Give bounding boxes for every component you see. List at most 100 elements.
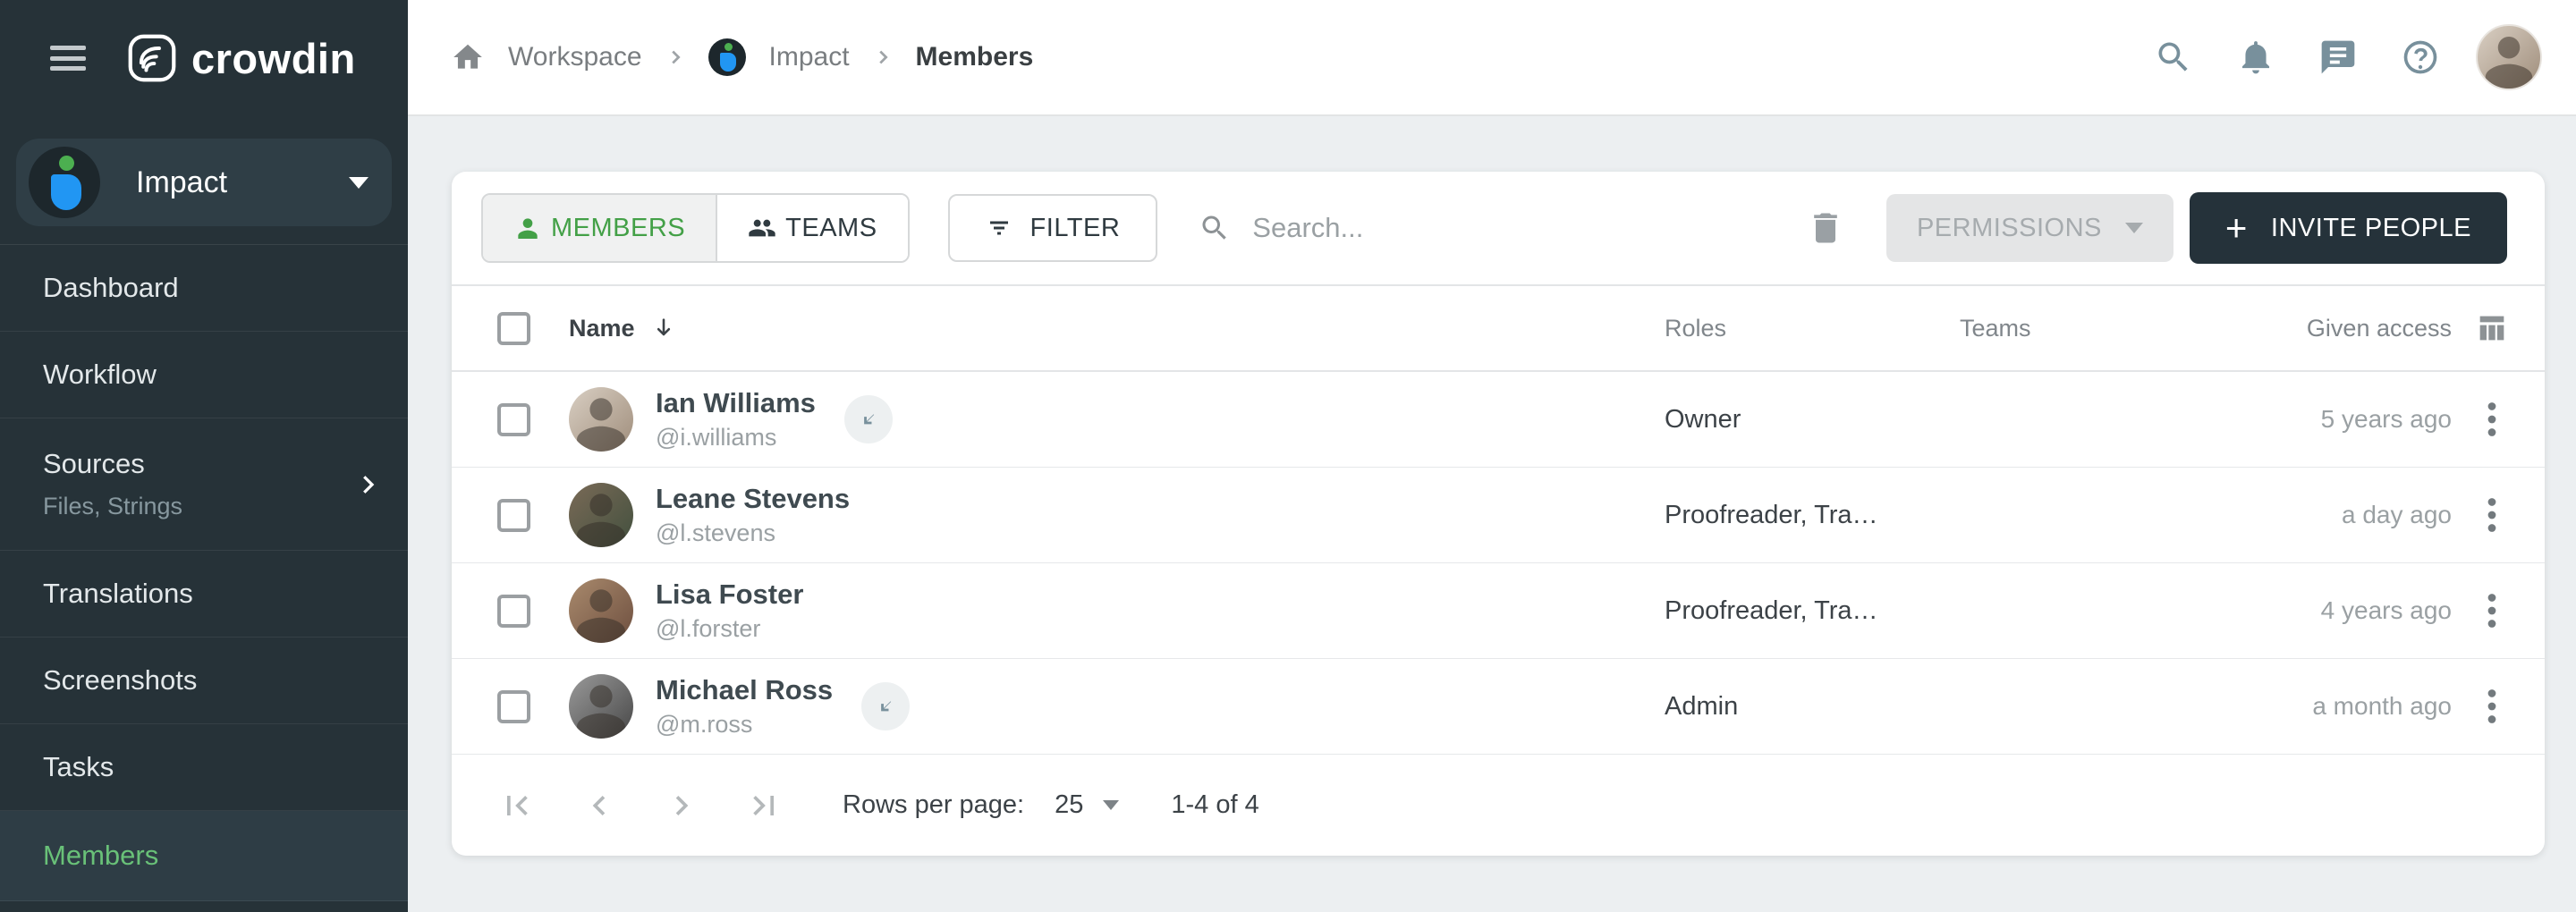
sidebar-item-workflow[interactable]: Workflow — [0, 332, 408, 418]
row-menu-kebab-icon[interactable] — [2472, 591, 2512, 630]
search-icon[interactable] — [2154, 38, 2193, 77]
invite-people-button[interactable]: + INVITE PEOPLE — [2190, 192, 2507, 264]
messages-icon[interactable] — [2318, 38, 2358, 77]
project-switcher[interactable]: Impact — [16, 139, 392, 226]
table-body: Ian Williams @i.williams Owner 5 years a… — [452, 372, 2545, 755]
filter-icon — [986, 215, 1013, 241]
member-cell: Lisa Foster @l.forster — [569, 578, 1665, 643]
breadcrumb: Workspace Impact Members — [451, 38, 1033, 76]
search-input[interactable] — [1252, 212, 1806, 244]
member-handle: @i.williams — [656, 424, 816, 452]
sort-arrow-down-icon — [651, 316, 676, 341]
column-name[interactable]: Name — [569, 315, 1665, 342]
member-row[interactable]: Michael Ross @m.ross Admin a month ago — [452, 659, 2545, 755]
member-handle: @m.ross — [656, 711, 833, 739]
row-checkbox[interactable] — [497, 403, 530, 436]
member-name[interactable]: Leane Stevens — [656, 483, 850, 515]
user-avatar[interactable] — [2476, 24, 2542, 90]
sidebar-item-dashboard[interactable]: Dashboard — [0, 245, 408, 332]
sidebar-nav: Dashboard Workflow Sources Files, String… — [0, 245, 408, 901]
member-roles: Proofreader, Tra… — [1665, 501, 1960, 530]
table-columns-icon[interactable] — [2474, 310, 2510, 346]
rows-per-page-value: 25 — [1055, 790, 1083, 820]
breadcrumb-project[interactable]: Impact — [769, 42, 850, 72]
column-given-access: Given access — [2246, 315, 2452, 342]
member-name[interactable]: Ian Williams — [656, 387, 816, 419]
member-cell: Michael Ross @m.ross — [569, 674, 1665, 739]
crowdin-logo[interactable]: crowdin — [127, 33, 356, 83]
chevron-right-icon — [873, 47, 893, 67]
notifications-bell-icon[interactable] — [2236, 38, 2275, 77]
previous-page-icon[interactable] — [580, 786, 619, 825]
member-row[interactable]: Lisa Foster @l.forster Proofreader, Tra…… — [452, 563, 2545, 659]
member-roles: Owner — [1665, 405, 1960, 435]
rows-per-page-select[interactable]: 25 — [1055, 790, 1119, 820]
people-icon — [748, 214, 776, 242]
trash-icon[interactable] — [1806, 207, 1845, 249]
sidebar-item-tasks[interactable]: Tasks — [0, 724, 408, 811]
member-given-access: a month ago — [2246, 692, 2452, 721]
permissions-button[interactable]: PERMISSIONS — [1886, 194, 2174, 262]
sidebar: crowdin Impact Dashboard Workflow Source… — [0, 0, 408, 912]
help-icon[interactable] — [2401, 38, 2440, 77]
sidebar-item-sublabel: Files, Strings — [43, 493, 354, 520]
row-menu-kebab-icon[interactable] — [2472, 400, 2512, 439]
topbar: Workspace Impact Members — [408, 0, 2576, 116]
home-icon[interactable] — [451, 40, 485, 74]
member-row[interactable]: Leane Stevens @l.stevens Proofreader, Tr… — [452, 468, 2545, 563]
pagination-range: 1-4 of 4 — [1171, 790, 1258, 820]
last-page-icon[interactable] — [744, 786, 784, 825]
arrow-down-left-icon — [874, 695, 897, 718]
invited-badge — [861, 682, 910, 730]
sidebar-item-label: Screenshots — [43, 664, 354, 697]
row-menu-kebab-icon[interactable] — [2472, 495, 2512, 535]
filter-button[interactable]: FILTER — [948, 194, 1158, 262]
member-avatar — [569, 387, 633, 452]
sidebar-item-label: Members — [43, 840, 354, 872]
tab-teams[interactable]: TEAMS — [716, 195, 907, 261]
sidebar-item-label: Workflow — [43, 359, 354, 391]
sidebar-header: crowdin — [0, 0, 408, 116]
row-checkbox[interactable] — [497, 499, 530, 532]
tab-members[interactable]: MEMBERS — [483, 195, 716, 261]
column-roles: Roles — [1665, 315, 1960, 342]
column-teams: Teams — [1960, 315, 2246, 342]
sidebar-item-screenshots[interactable]: Screenshots — [0, 638, 408, 724]
members-teams-tabgroup: MEMBERS TEAMS — [481, 193, 910, 263]
breadcrumb-workspace[interactable]: Workspace — [508, 42, 642, 72]
permissions-button-label: PERMISSIONS — [1917, 214, 2102, 243]
row-menu-kebab-icon[interactable] — [2472, 687, 2512, 726]
next-page-icon[interactable] — [662, 786, 701, 825]
member-handle: @l.stevens — [656, 519, 850, 547]
sidebar-item-sources[interactable]: Sources Files, Strings — [0, 418, 408, 551]
member-row[interactable]: Ian Williams @i.williams Owner 5 years a… — [452, 372, 2545, 468]
person-icon — [513, 214, 542, 242]
select-all-checkbox[interactable] — [497, 312, 530, 345]
member-avatar — [569, 674, 633, 739]
member-given-access: a day ago — [2246, 501, 2452, 529]
plus-icon: + — [2225, 209, 2248, 247]
main-content: MEMBERS TEAMS FILTER PERMISSIONS — [408, 116, 2576, 912]
member-avatar — [569, 483, 633, 547]
menu-icon[interactable] — [50, 46, 86, 71]
filter-button-label: FILTER — [1030, 214, 1121, 243]
chevron-down-icon — [2125, 223, 2143, 233]
chevron-right-icon — [665, 47, 685, 67]
member-name[interactable]: Michael Ross — [656, 674, 833, 706]
first-page-icon[interactable] — [497, 786, 537, 825]
breadcrumb-current-page: Members — [916, 42, 1034, 72]
row-checkbox[interactable] — [497, 595, 530, 628]
crowdin-logo-icon — [127, 33, 177, 83]
member-name[interactable]: Lisa Foster — [656, 578, 803, 611]
sidebar-item-label: Sources — [43, 448, 354, 480]
sidebar-item-members[interactable]: Members — [0, 811, 408, 901]
members-card: MEMBERS TEAMS FILTER PERMISSIONS — [452, 172, 2545, 856]
member-cell: Ian Williams @i.williams — [569, 387, 1665, 452]
tab-members-label: MEMBERS — [551, 214, 685, 243]
member-handle: @l.forster — [656, 615, 803, 643]
column-name-label: Name — [569, 315, 635, 342]
pagination: Rows per page: 25 1-4 of 4 — [452, 755, 2545, 856]
row-checkbox[interactable] — [497, 690, 530, 723]
sidebar-item-translations[interactable]: Translations — [0, 551, 408, 638]
arrow-down-left-icon — [857, 408, 880, 431]
